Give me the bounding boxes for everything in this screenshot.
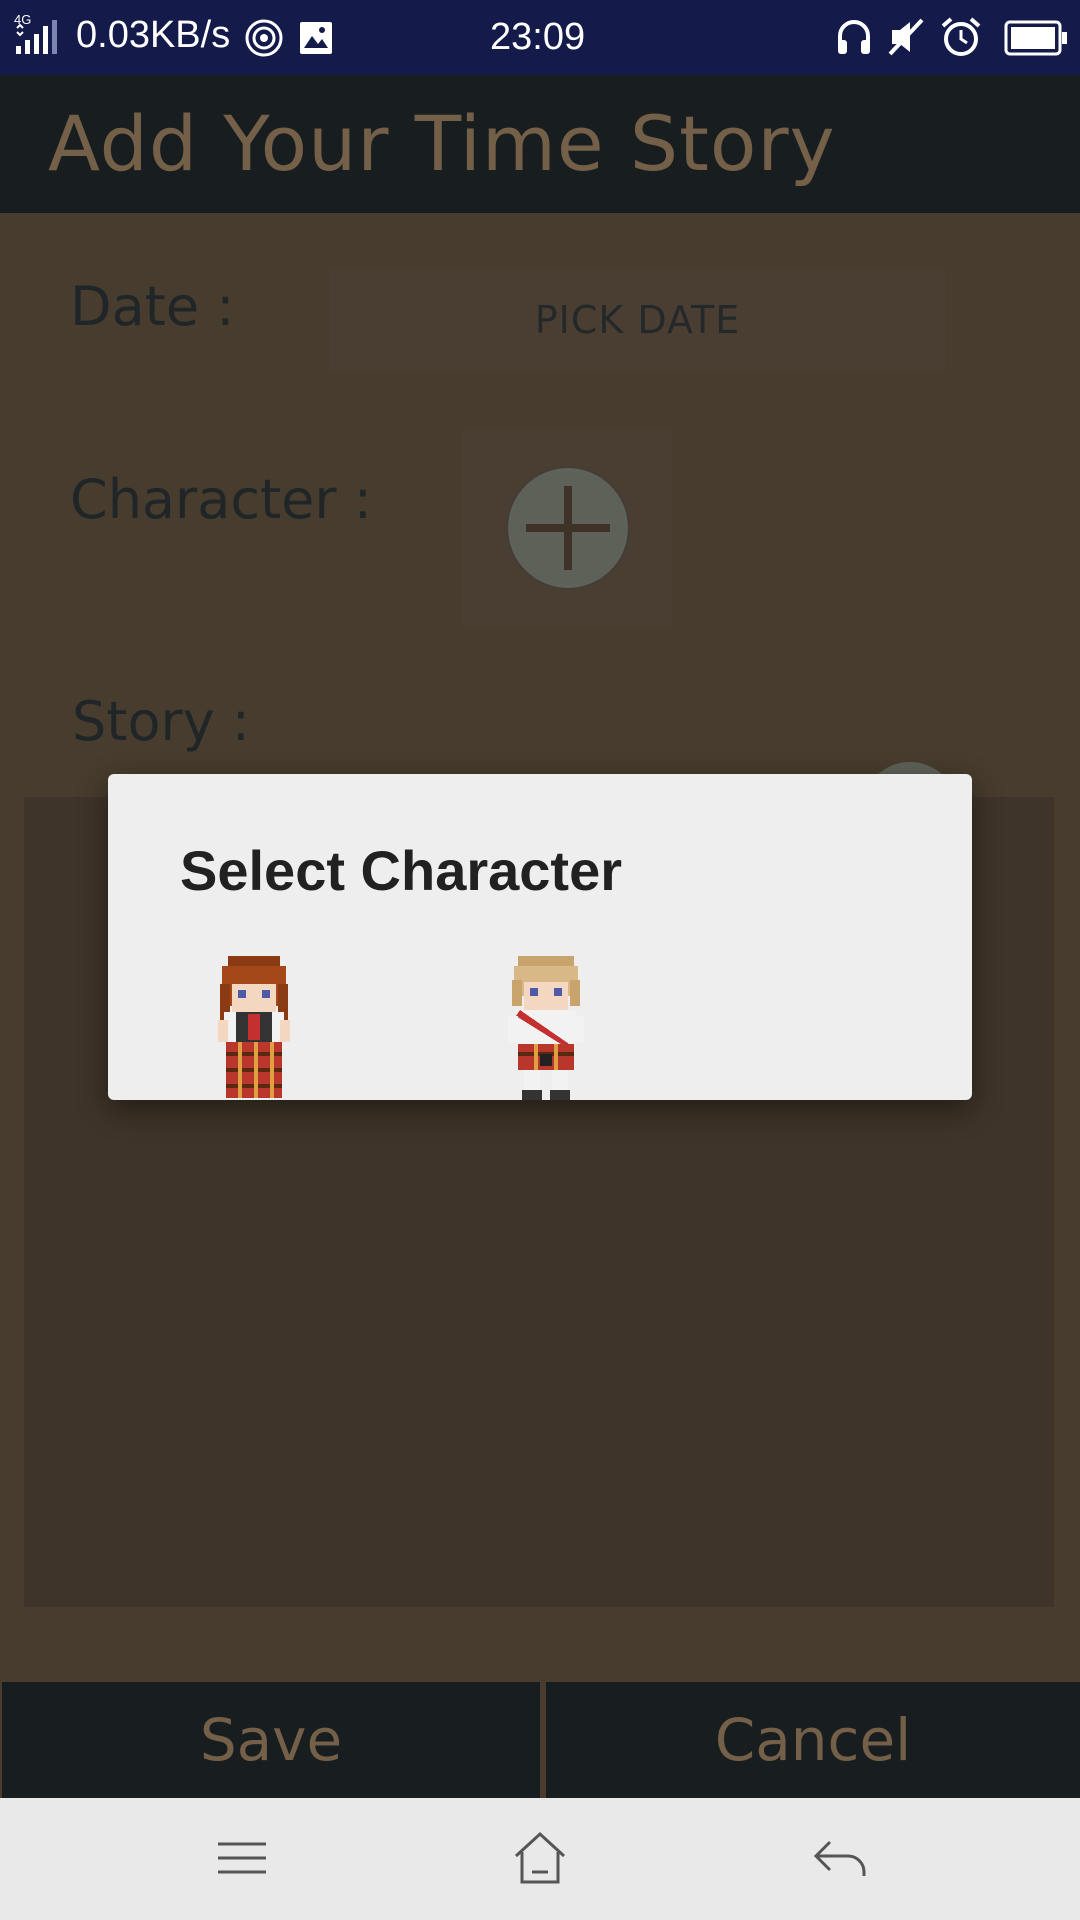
menu-icon[interactable] — [212, 1828, 272, 1888]
image-icon — [300, 22, 332, 54]
dialog-title: Select Character — [180, 839, 623, 902]
mute-icon — [888, 18, 924, 56]
status-bar: 4G 0.03KB/s 23:09 — [0, 0, 1080, 75]
signal-icon: 4G — [14, 12, 57, 54]
alarm-icon — [941, 17, 981, 56]
headset-icon — [838, 20, 870, 54]
network-speed: 0.03KB/s — [76, 14, 231, 56]
girl-character-sprite[interactable] — [214, 954, 294, 1100]
network-type-label: 4G — [14, 12, 31, 27]
system-nav-bar — [0, 1798, 1080, 1920]
hotspot-icon — [245, 19, 283, 57]
battery-icon — [1004, 20, 1067, 56]
back-icon[interactable] — [810, 1828, 870, 1888]
boy-character-sprite[interactable] — [506, 954, 586, 1100]
home-icon[interactable] — [510, 1828, 570, 1888]
clock: 23:09 — [490, 16, 586, 58]
select-character-dialog: Select Character — [108, 774, 972, 1100]
